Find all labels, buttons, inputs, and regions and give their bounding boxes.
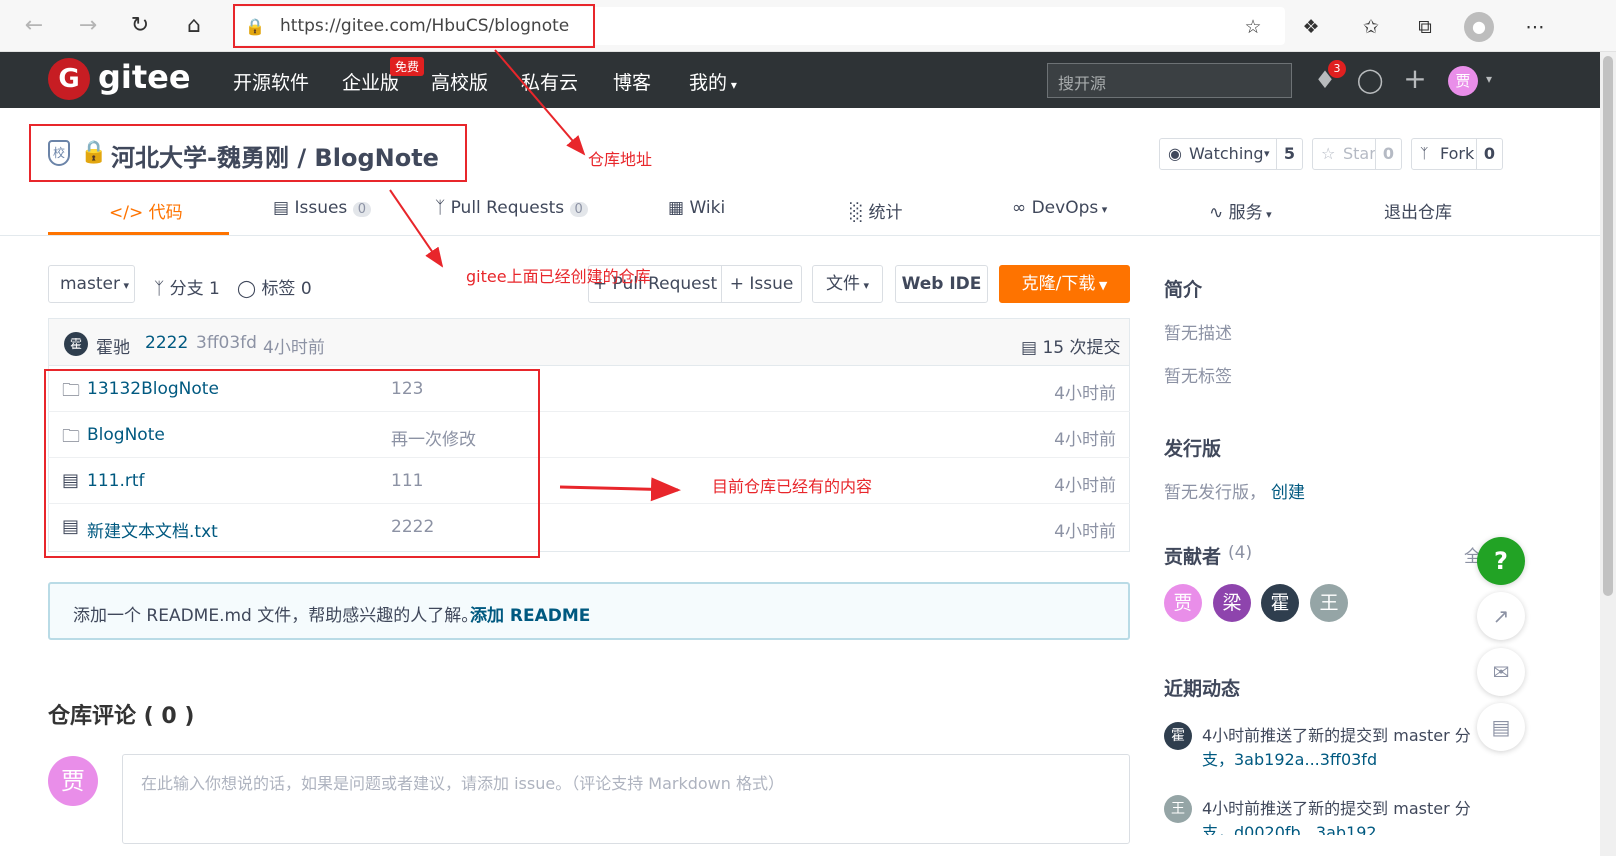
annotation-arrows	[389, 49, 681, 502]
arrow-to-repo-note	[389, 189, 444, 268]
arrow-to-url-note	[494, 49, 586, 156]
scrollbar-thumb[interactable]	[1603, 56, 1613, 596]
arrow-to-content-note	[559, 477, 681, 502]
